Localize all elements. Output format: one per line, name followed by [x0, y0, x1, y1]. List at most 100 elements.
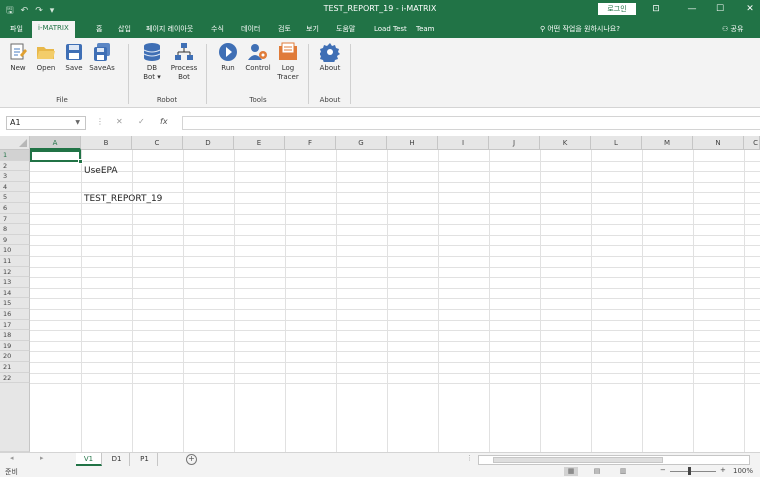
cancel-icon[interactable]: ✕ — [116, 117, 123, 126]
db-bot-button[interactable]: DB Bot ▾ — [136, 42, 168, 82]
maximize-icon[interactable]: ☐ — [710, 2, 730, 16]
row-header[interactable]: 8 — [0, 224, 30, 235]
column-header[interactable]: I — [438, 136, 489, 150]
login-button[interactable]: 로그인 — [598, 3, 636, 15]
tab-file[interactable]: 파일 — [4, 22, 29, 38]
tab-formulas[interactable]: 수식 — [205, 22, 230, 38]
formula-input[interactable] — [182, 116, 760, 130]
row-header[interactable]: 20 — [0, 351, 30, 362]
tab-home[interactable]: 홈 — [90, 22, 108, 38]
row-header[interactable]: 1 — [0, 150, 30, 161]
row-header[interactable]: 19 — [0, 340, 30, 352]
row-header[interactable]: 3 — [0, 171, 30, 182]
run-label: Run — [221, 64, 235, 72]
row-header[interactable]: 7 — [0, 213, 30, 225]
chevron-down-icon[interactable]: ▼ — [75, 117, 80, 129]
zoom-slider-thumb[interactable] — [688, 467, 691, 475]
sheet-tab-p1[interactable]: P1 — [132, 453, 158, 466]
column-header[interactable]: D — [183, 136, 234, 150]
column-header[interactable]: N — [693, 136, 744, 150]
fill-handle[interactable] — [78, 159, 83, 164]
column-header[interactable]: J — [489, 136, 540, 150]
row-header[interactable]: 6 — [0, 203, 30, 214]
column-header[interactable]: F — [285, 136, 336, 150]
grid-line — [489, 150, 490, 452]
column-header[interactable]: G — [336, 136, 387, 150]
tab-team[interactable]: Team — [410, 22, 441, 38]
title-bar: 🖫 ↶ ↷ ▾ TEST_REPORT_19 - i-MATRIX 로그인 ⊡ … — [0, 0, 760, 18]
column-header[interactable]: M — [642, 136, 693, 150]
saveas-button[interactable]: SaveAs — [86, 42, 118, 73]
tab-page-layout[interactable]: 페이지 레이아웃 — [140, 22, 199, 38]
active-cell-a1[interactable] — [30, 150, 83, 164]
process-bot-button[interactable]: Process Bot — [168, 42, 200, 82]
zoom-level[interactable]: 100% — [733, 467, 753, 475]
tab-data[interactable]: 데이터 — [235, 22, 266, 38]
tab-view[interactable]: 보기 — [300, 22, 325, 38]
name-box[interactable]: A1 ▼ — [6, 116, 86, 130]
normal-view-icon[interactable]: ▦ — [564, 467, 578, 476]
zoom-out-icon[interactable]: − — [660, 466, 666, 474]
column-header[interactable]: C — [132, 136, 183, 150]
column-header[interactable]: L — [591, 136, 642, 150]
add-sheet-icon[interactable]: + — [186, 454, 197, 465]
zoom-slider[interactable] — [670, 471, 716, 472]
db-bot-label-1: DB — [146, 64, 158, 72]
tab-insert[interactable]: 삽입 — [112, 22, 137, 38]
save-label: Save — [65, 64, 83, 72]
row-header[interactable]: 16 — [0, 309, 30, 320]
scroll-left-icon[interactable]: ◂ — [10, 454, 14, 462]
ribbon-display-options-icon[interactable]: ⊡ — [646, 2, 666, 16]
row-header[interactable]: 17 — [0, 319, 30, 331]
tab-help[interactable]: 도움말 — [330, 22, 361, 38]
scroll-right-icon[interactable]: ▸ — [40, 454, 44, 462]
tab-review[interactable]: 검토 — [272, 22, 297, 38]
tell-me-text: 어떤 작업을 원하시나요? — [547, 25, 620, 33]
row-header[interactable]: 21 — [0, 362, 30, 373]
grid-line — [30, 171, 760, 173]
cell-b4[interactable]: TEST_REPORT_19 — [84, 194, 162, 204]
tab-i-matrix[interactable]: i-MATRIX — [32, 21, 75, 38]
row-header[interactable]: 4 — [0, 181, 30, 193]
cell-b2[interactable]: UseEPA — [84, 166, 118, 176]
control-button[interactable]: Control — [242, 42, 274, 73]
splitter-dots-icon[interactable]: ⋮ — [466, 454, 473, 462]
about-button[interactable]: About — [314, 42, 346, 73]
row-header[interactable]: 15 — [0, 298, 30, 309]
column-header[interactable]: E — [234, 136, 285, 150]
column-header[interactable]: C — [744, 136, 760, 150]
row-header[interactable]: 10 — [0, 245, 30, 256]
log-tracer-button[interactable]: Log Tracer — [272, 42, 304, 82]
row-header[interactable]: 11 — [0, 256, 30, 267]
column-header[interactable]: B — [81, 136, 132, 150]
zoom-in-icon[interactable]: + — [720, 466, 726, 474]
column-header[interactable]: A — [30, 136, 81, 150]
tab-load-test[interactable]: Load Test — [368, 22, 413, 38]
horizontal-scrollbar[interactable] — [478, 455, 750, 465]
select-all-triangle-icon — [19, 139, 27, 147]
page-layout-view-icon[interactable]: ▤ — [590, 467, 604, 476]
column-header[interactable]: K — [540, 136, 591, 150]
confirm-icon[interactable]: ✓ — [138, 117, 145, 126]
row-header[interactable]: 18 — [0, 330, 30, 341]
row-header[interactable]: 22 — [0, 372, 30, 384]
row-header[interactable]: 2 — [0, 160, 30, 172]
share-button[interactable]: ⚇ 공유 — [722, 22, 743, 36]
page-break-view-icon[interactable]: ▥ — [616, 467, 630, 476]
grid-line — [642, 150, 643, 452]
scrollbar-thumb[interactable] — [493, 457, 663, 463]
row-header[interactable]: 9 — [0, 234, 30, 246]
run-button[interactable]: Run — [212, 42, 244, 73]
row-header[interactable]: 13 — [0, 277, 30, 288]
tell-me-search[interactable]: ⚲ 어떤 작업을 원하시나요? — [540, 22, 620, 36]
close-icon[interactable]: ✕ — [740, 2, 760, 16]
function-icon[interactable]: fx — [160, 117, 168, 126]
row-header[interactable]: 12 — [0, 266, 30, 278]
row-header[interactable]: 14 — [0, 287, 30, 299]
row-header[interactable]: 5 — [0, 192, 30, 203]
minimize-icon[interactable]: — — [682, 2, 702, 16]
column-header[interactable]: H — [387, 136, 438, 150]
sheet-tab-v1[interactable]: V1 — [76, 453, 102, 466]
sheet-tab-d1[interactable]: D1 — [104, 453, 130, 466]
select-all-button[interactable] — [0, 136, 30, 150]
